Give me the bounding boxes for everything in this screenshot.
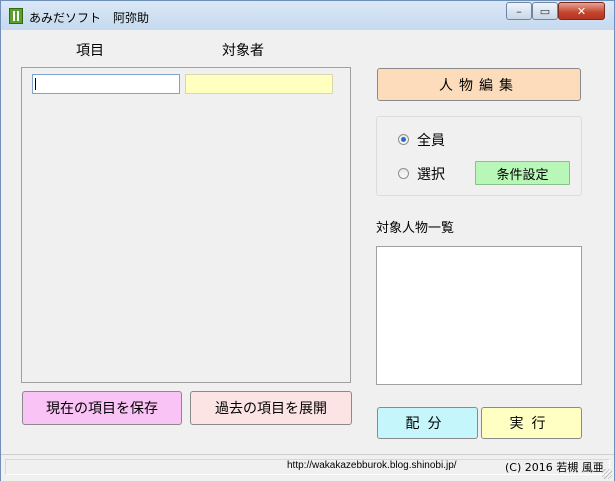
status-copyright: (C) 2016 若槻 風亜 xyxy=(505,461,604,474)
window-title: あみだソフト 阿弥助 xyxy=(29,11,150,25)
person-list-label: 対象人物一覧 xyxy=(376,221,455,236)
client-area: 項目 対象者 人物編集 全員 選択 条件設定 対象人物一覧 現在の項目を保存 過… xyxy=(8,30,607,473)
close-button[interactable]: ✕ xyxy=(558,2,605,20)
status-bar: http://wakakazebburok.blog.shinobi.jp/ (… xyxy=(1,454,614,481)
radio-all[interactable] xyxy=(398,134,409,145)
expand-past-items-button[interactable]: 過去の項目を展開 xyxy=(190,391,352,425)
execute-button[interactable]: 実行 xyxy=(481,407,582,439)
radio-all-label: 全員 xyxy=(417,133,445,149)
person-edit-button[interactable]: 人物編集 xyxy=(377,68,581,101)
target-input[interactable] xyxy=(185,74,333,94)
selection-group: 全員 選択 条件設定 xyxy=(376,116,582,196)
save-current-items-button[interactable]: 現在の項目を保存 xyxy=(22,391,182,425)
status-url: http://wakakazebburok.blog.shinobi.jp/ xyxy=(287,460,457,471)
radio-select-label: 選択 xyxy=(417,167,445,183)
maximize-button[interactable]: ▭ xyxy=(532,2,558,20)
item-list-panel xyxy=(21,67,351,383)
person-list[interactable] xyxy=(376,246,582,385)
item-column-header: 項目 xyxy=(76,43,104,59)
item-input[interactable] xyxy=(32,74,180,94)
distribute-button[interactable]: 配分 xyxy=(377,407,478,439)
app-window: あみだソフト 阿弥助 – ▭ ✕ 項目 対象者 人物編集 全員 選択 条件設定 … xyxy=(0,0,615,481)
condition-setting-button[interactable]: 条件設定 xyxy=(475,161,570,185)
app-icon xyxy=(9,8,23,24)
radio-select[interactable] xyxy=(398,168,409,179)
minimize-button[interactable]: – xyxy=(506,2,532,20)
resize-grip[interactable] xyxy=(602,469,612,479)
title-bar[interactable]: あみだソフト 阿弥助 – ▭ ✕ xyxy=(1,1,614,30)
target-column-header: 対象者 xyxy=(222,43,264,59)
